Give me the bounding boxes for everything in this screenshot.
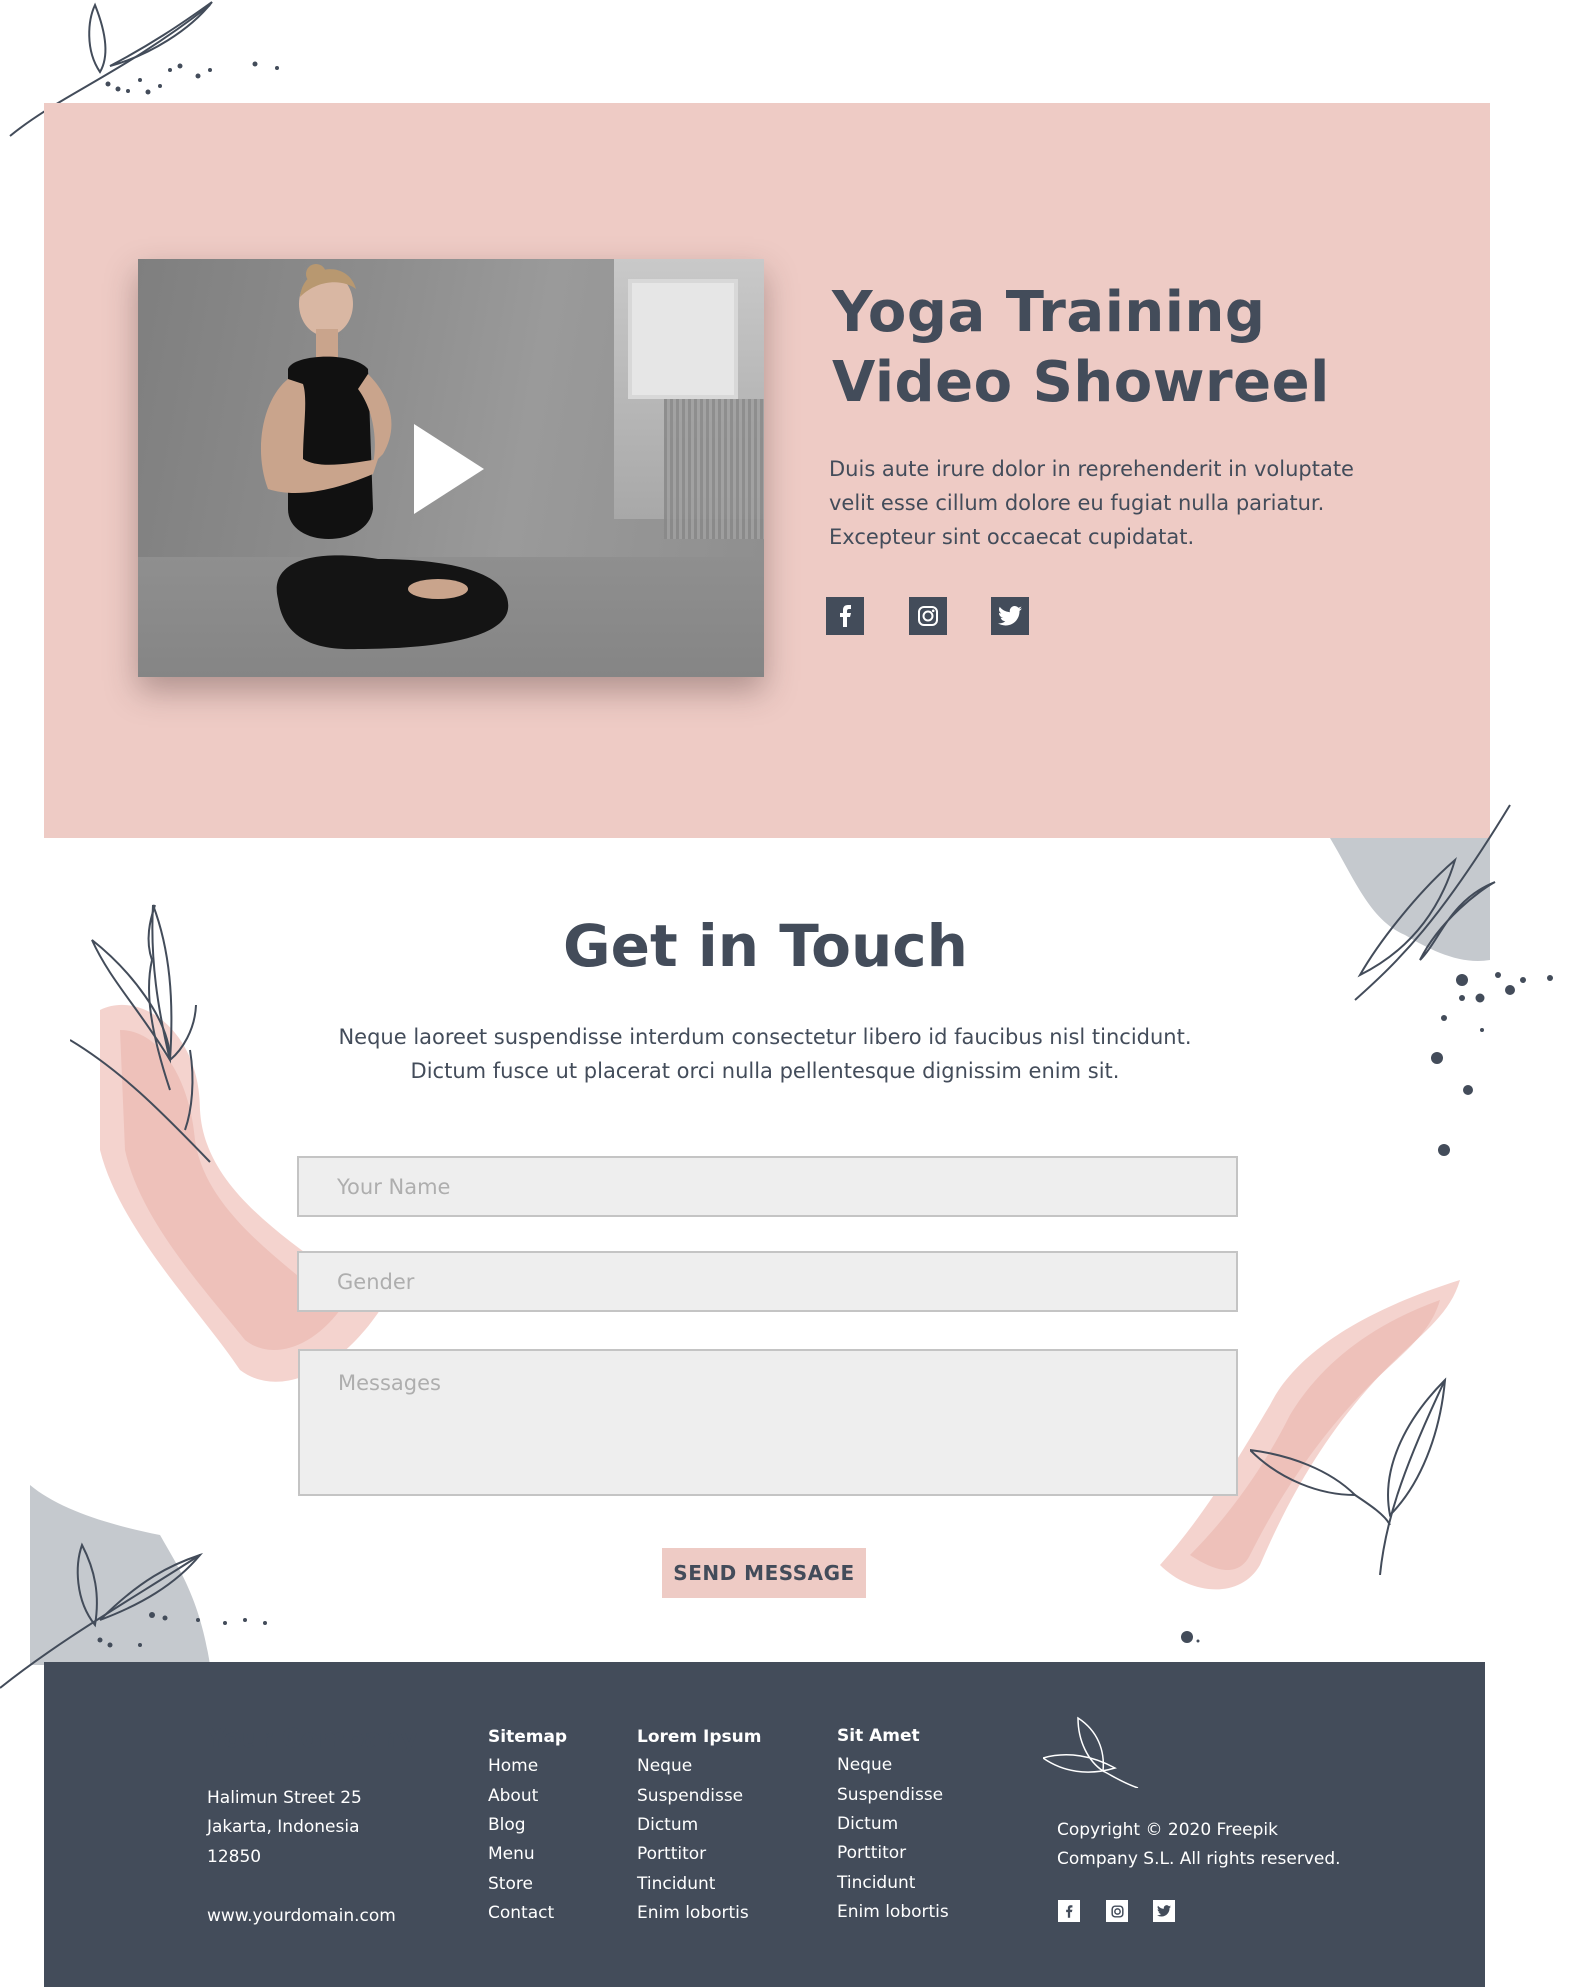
footer-link-contact[interactable]: Contact (488, 1903, 554, 1923)
gender-input[interactable] (297, 1251, 1238, 1312)
footer-link-store[interactable]: Store (488, 1874, 533, 1894)
address-line: 12850 (207, 1847, 262, 1867)
footer-column-heading: Sitemap (488, 1727, 568, 1747)
copyright-line1: Copyright © 2020 Freepik (1057, 1820, 1278, 1840)
dots-decoration (1181, 1631, 1200, 1643)
footer-twitter-icon[interactable] (1153, 1900, 1175, 1922)
address-line: Halimun Street 25 (207, 1788, 362, 1808)
hero-title-line1: Yoga Training (832, 280, 1266, 345)
footer-link-blog[interactable]: Blog (488, 1815, 526, 1835)
video-thumbnail[interactable] (138, 259, 764, 677)
footer-link[interactable]: Suspendisse (837, 1785, 943, 1805)
contact-description: Neque laoreet suspendisse interdum conse… (338, 1025, 1192, 1083)
footer-link[interactable]: Porttitor (837, 1843, 906, 1863)
hero-title: Yoga Training Video Showreel (832, 278, 1392, 418)
leaf-branch-bottom-left-decoration (0, 1485, 267, 1689)
company-name: Your Company (207, 1724, 418, 1754)
footer-instagram-icon[interactable] (1106, 1900, 1128, 1922)
instagram-icon[interactable] (909, 597, 947, 635)
facebook-icon[interactable] (826, 597, 864, 635)
leaf-branch-right-decoration (1330, 804, 1553, 1156)
hero-description: Duis aute irure dolor in reprehenderit i… (829, 457, 1354, 549)
footer-link[interactable]: Suspendisse (637, 1786, 743, 1806)
footer-link[interactable]: Dictum (637, 1815, 698, 1835)
twitter-icon[interactable] (991, 597, 1029, 635)
copyright-text: Copyright © 2020 Freepik Company S.L. Al… (1057, 1816, 1357, 1874)
footer-link[interactable]: Dictum (837, 1814, 898, 1834)
footer-link[interactable]: Tincidunt (637, 1874, 715, 1894)
messages-textarea[interactable] (298, 1349, 1238, 1496)
footer-link[interactable]: Neque (837, 1755, 892, 1775)
leaf-branch-lower-right-decoration (1250, 1377, 1447, 1575)
footer-link-menu[interactable]: Menu (488, 1844, 535, 1864)
footer-link-about[interactable]: About (488, 1786, 538, 1806)
footer-link[interactable]: Enim lobortis (837, 1902, 949, 1922)
footer-link[interactable]: Porttitor (637, 1844, 706, 1864)
footer-column-heading: Sit Amet (837, 1726, 920, 1746)
send-message-button[interactable]: SEND MESSAGE (662, 1548, 866, 1598)
footer-link[interactable]: Enim lobortis (637, 1903, 749, 1923)
contact-title: Get in Touch (563, 912, 968, 980)
hero-title-line2: Video Showreel (832, 350, 1330, 415)
footer-facebook-icon[interactable] (1058, 1900, 1080, 1922)
footer-column-heading: Lorem Ipsum (637, 1727, 762, 1747)
play-icon[interactable] (414, 424, 484, 514)
name-input[interactable] (297, 1156, 1238, 1217)
footer-link[interactable]: Neque (637, 1756, 692, 1776)
footer-link[interactable]: Tincidunt (837, 1873, 915, 1893)
copyright-line2: Company S.L. All rights reserved. (1057, 1849, 1341, 1869)
footer-link-home[interactable]: Home (488, 1756, 538, 1776)
leaf-logo-icon (1043, 1716, 1139, 1788)
website-link[interactable]: www.yourdomain.com (207, 1906, 396, 1926)
address-line: Jakarta, Indonesia (207, 1817, 360, 1837)
radiator-background (664, 399, 764, 539)
